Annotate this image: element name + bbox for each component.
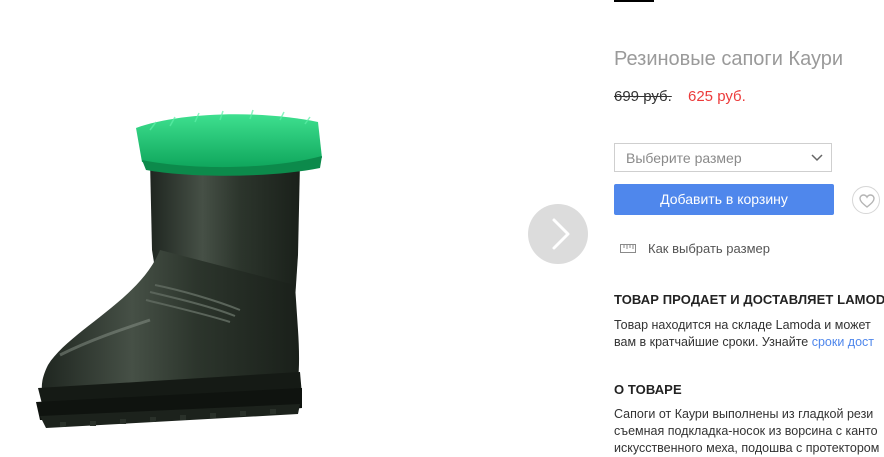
ruler-icon — [620, 244, 636, 253]
seller-line-2: вам в кратчайшие сроки. Узнайте сроки до… — [614, 334, 884, 351]
product-title: Резиновые сапоги Каури — [614, 48, 844, 70]
product-image — [0, 0, 600, 448]
about-description: Сапоги от Каури выполнены из гладкой рез… — [614, 406, 884, 457]
add-to-cart-button[interactable]: Добавить в корзину — [614, 184, 834, 215]
next-image-button[interactable] — [528, 204, 588, 264]
size-guide-link[interactable]: Как выбрать размер — [648, 241, 770, 256]
seller-line-2-text: вам в кратчайшие сроки. Узнайте — [614, 335, 812, 349]
size-select[interactable]: Выберите размер — [614, 143, 832, 172]
delivery-terms-link[interactable]: сроки дост — [812, 335, 874, 349]
size-select-placeholder: Выберите размер — [626, 150, 742, 166]
about-line-2: съемная подкладка-носок из ворсина с кан… — [614, 424, 878, 438]
boot-illustration — [36, 109, 322, 428]
seller-heading: ТОВАР ПРОДАЕТ И ДОСТАВЛЯЕТ LAMODA — [614, 292, 884, 307]
old-price: 699 руб. — [614, 88, 672, 105]
seller-line-1: Товар находится на складе Lamoda и может — [614, 318, 871, 332]
seller-description: Товар находится на складе Lamoda и может… — [614, 317, 884, 351]
heart-icon — [859, 194, 875, 208]
brand-underline — [614, 0, 654, 2]
sale-price: 625 руб. — [688, 88, 746, 105]
about-line-3: искусственного меха, подошва с протектор… — [614, 441, 880, 455]
about-line-1: Сапоги от Каури выполнены из гладкой рез… — [614, 407, 874, 421]
wishlist-button[interactable] — [852, 186, 880, 214]
chevron-down-icon — [811, 154, 823, 162]
chevron-right-icon — [552, 218, 570, 250]
about-heading: О ТОВАРЕ — [614, 382, 682, 397]
